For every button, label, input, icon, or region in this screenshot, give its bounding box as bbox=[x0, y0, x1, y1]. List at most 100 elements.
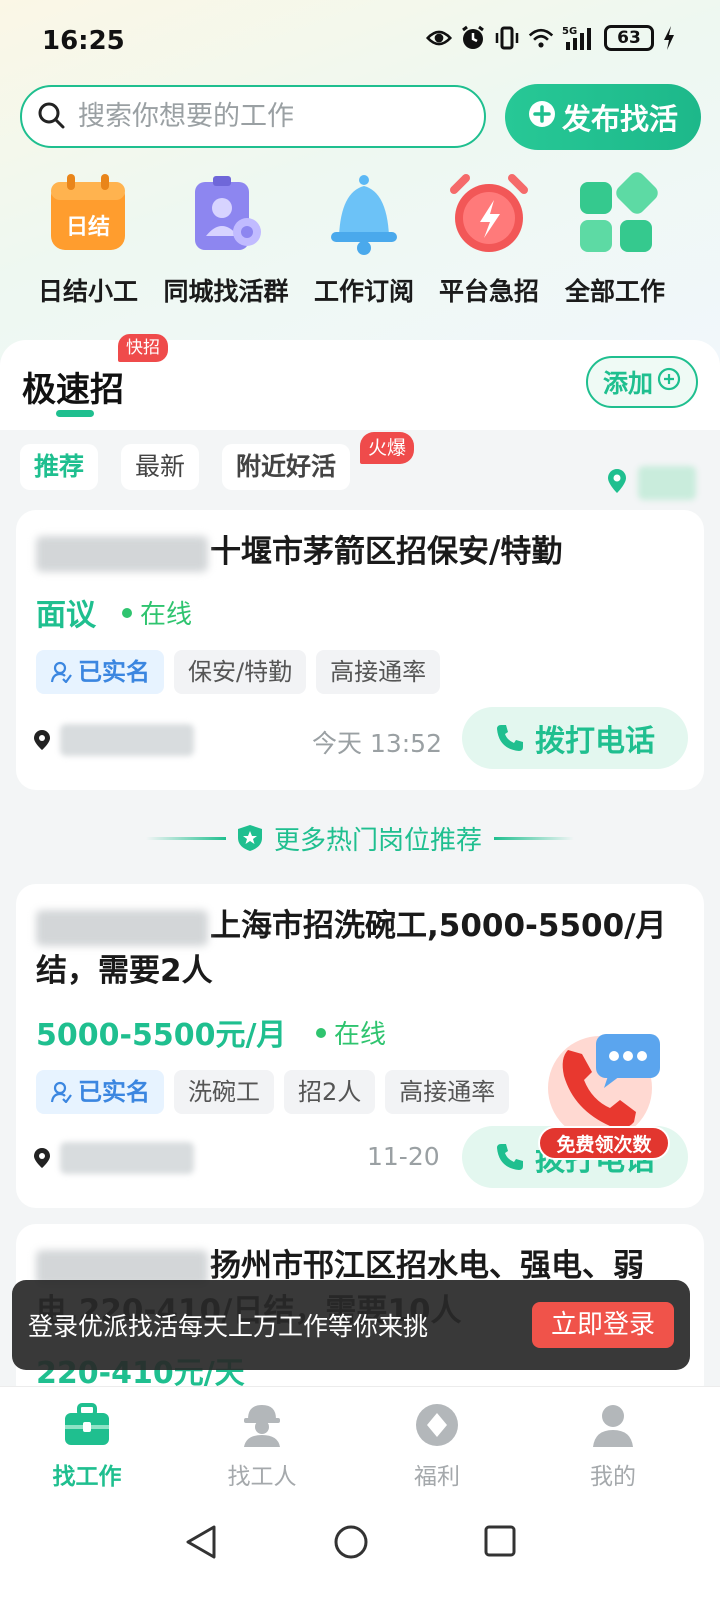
online-dot bbox=[316, 1027, 326, 1038]
quick-recruit-badge: 快招 bbox=[118, 334, 168, 362]
nav-label: 我的 bbox=[590, 1464, 636, 1490]
quick-nav-label: 平台急招 bbox=[438, 277, 539, 306]
more-recommend-text: 更多热门岗位推荐 bbox=[273, 825, 482, 856]
nav-label: 找工作 bbox=[52, 1464, 122, 1490]
section-title-underline bbox=[56, 410, 94, 417]
plus-circle-icon bbox=[657, 367, 681, 397]
job-salary: 5000-5500元/月 bbox=[36, 1018, 287, 1053]
tag-label: 已实名 bbox=[78, 1078, 150, 1106]
phone-chat-icon bbox=[548, 1034, 660, 1140]
diamond-icon bbox=[416, 1404, 458, 1446]
home-button[interactable] bbox=[333, 1524, 369, 1564]
location-redacted bbox=[60, 1142, 194, 1174]
poster-name-redacted bbox=[36, 909, 208, 946]
publish-job-label: 发布找活 bbox=[561, 102, 678, 136]
eye-icon bbox=[426, 24, 452, 52]
quick-nav-urgent[interactable]: 平台急招 bbox=[419, 170, 559, 308]
divider-line bbox=[494, 836, 574, 840]
quick-nav-subscription[interactable]: 工作订阅 bbox=[294, 170, 434, 308]
tag-label: 已实名 bbox=[78, 658, 150, 686]
home-circle-icon bbox=[334, 1525, 368, 1559]
divider-line bbox=[145, 836, 226, 840]
search-input[interactable] bbox=[78, 101, 438, 132]
location-pin-icon bbox=[34, 730, 50, 750]
person-verified-icon bbox=[50, 661, 72, 683]
location-name-redacted bbox=[638, 466, 696, 500]
online-status: 在线 bbox=[316, 1014, 386, 1051]
job-tags: 已实名 洗碗工 招2人 高接通率 bbox=[36, 1070, 510, 1114]
job-title: 十堰市茅箭区招保安/特勤 bbox=[36, 530, 676, 575]
battery-level: 63 bbox=[617, 28, 641, 48]
online-dot bbox=[122, 607, 132, 618]
job-time: 11-20 bbox=[367, 1142, 440, 1171]
search-bar[interactable] bbox=[20, 85, 486, 148]
login-button[interactable]: 立即登录 bbox=[532, 1302, 674, 1348]
job-title: 上海市招洗碗工,5000-5500/月结，需要2人 bbox=[36, 904, 676, 994]
section-title: 极速招 bbox=[22, 370, 124, 410]
nav-mine[interactable]: 我的 bbox=[548, 1401, 678, 1491]
battery-indicator: 63 bbox=[604, 25, 654, 51]
alarm-icon bbox=[460, 24, 486, 52]
id-badge-icon bbox=[195, 176, 261, 250]
job-card[interactable]: 十堰市茅箭区招保安/特勤 面议 在线 已实名 保安/特勤 高接通率 今天 13:… bbox=[16, 510, 704, 790]
quick-nav-city-group[interactable]: 同城找活群 bbox=[156, 170, 296, 308]
call-button[interactable]: 拨打电话 bbox=[462, 707, 688, 769]
nav-benefits[interactable]: 福利 bbox=[372, 1401, 502, 1491]
add-button-label: 添加 bbox=[602, 369, 653, 398]
location-pin-icon bbox=[608, 469, 626, 497]
quick-nav-all-jobs[interactable]: 全部工作 bbox=[545, 170, 685, 308]
tag: 招2人 bbox=[284, 1070, 376, 1114]
filter-recommend[interactable]: 推荐 bbox=[20, 444, 99, 490]
add-button[interactable]: 添加 bbox=[586, 356, 698, 408]
status-bar: 16:25 5G 63 bbox=[0, 0, 720, 80]
tag: 保安/特勤 bbox=[174, 650, 307, 694]
quick-nav-label: 工作订阅 bbox=[313, 277, 414, 306]
login-prompt-text: 登录优派找活每天上万工作等你来挑 bbox=[28, 1312, 429, 1341]
plus-circle-icon bbox=[528, 100, 556, 135]
alarm-clock-icon bbox=[450, 174, 528, 252]
filter-nearby[interactable]: 附近好活 bbox=[222, 444, 351, 490]
charging-icon bbox=[662, 24, 676, 52]
phone-icon bbox=[497, 725, 523, 751]
job-location bbox=[34, 724, 194, 756]
quick-nav-daily-work[interactable]: 日结 日结小工 bbox=[18, 170, 158, 308]
more-recommend-divider: 更多热门岗位推荐 bbox=[0, 818, 720, 858]
location-selector[interactable] bbox=[608, 466, 696, 500]
back-triangle-icon bbox=[186, 1525, 216, 1559]
nav-find-worker[interactable]: 找工人 bbox=[197, 1401, 327, 1491]
bottom-nav: 找工作 找工人 福利 我的 bbox=[0, 1386, 720, 1496]
free-calls-badge: 免费领次数 bbox=[538, 1126, 670, 1160]
worker-icon bbox=[244, 1405, 280, 1447]
status-time: 16:25 bbox=[42, 26, 125, 56]
person-icon bbox=[593, 1405, 633, 1447]
recents-button[interactable] bbox=[483, 1524, 517, 1562]
quick-nav: 日结 日结小工 同城找活群 工作订阅 平台急招 全部工作 bbox=[0, 170, 720, 310]
briefcase-icon bbox=[65, 1403, 109, 1445]
location-redacted bbox=[60, 724, 194, 756]
online-status-text: 在线 bbox=[334, 1020, 387, 1050]
verified-tag: 已实名 bbox=[36, 650, 164, 694]
job-location bbox=[34, 1142, 194, 1174]
quick-nav-label: 全部工作 bbox=[564, 277, 665, 306]
vibrate-icon bbox=[494, 24, 520, 52]
online-status: 在线 bbox=[122, 594, 192, 631]
publish-job-button[interactable]: 发布找活 bbox=[505, 84, 701, 150]
phone-icon bbox=[497, 1144, 523, 1170]
back-button[interactable] bbox=[184, 1524, 218, 1564]
nav-find-job[interactable]: 找工作 bbox=[22, 1401, 152, 1491]
nav-label: 找工人 bbox=[227, 1464, 297, 1490]
person-verified-icon bbox=[50, 1081, 72, 1103]
status-icons: 5G 63 bbox=[426, 24, 676, 52]
wifi-icon bbox=[528, 24, 554, 52]
calendar-icon-text: 日结 bbox=[66, 214, 110, 240]
online-status-text: 在线 bbox=[140, 600, 193, 630]
system-nav-bar bbox=[0, 1496, 720, 1610]
tag: 高接通率 bbox=[385, 1070, 510, 1114]
filter-latest[interactable]: 最新 bbox=[121, 444, 200, 490]
quick-nav-label: 日结小工 bbox=[37, 277, 138, 306]
location-pin-icon bbox=[34, 1148, 50, 1168]
shield-star-icon bbox=[237, 825, 262, 851]
search-icon bbox=[36, 100, 66, 134]
signal-icon: 5G bbox=[562, 24, 596, 52]
svg-text:5G: 5G bbox=[562, 26, 577, 37]
